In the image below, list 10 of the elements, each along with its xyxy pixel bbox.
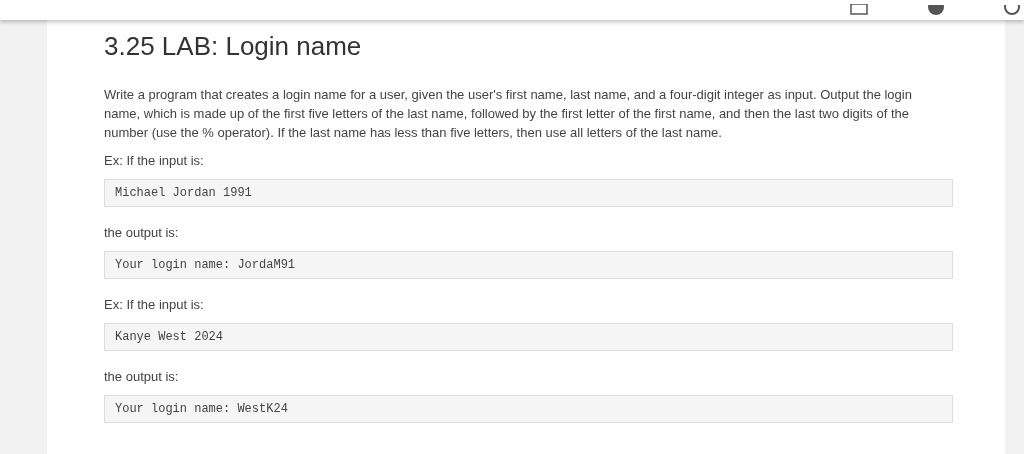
code-block: Your login name: WestK24: [104, 394, 953, 423]
paragraph: Ex: If the input is:: [104, 295, 205, 314]
paragraph: Write a program that creates a login name for a user, given the user's first name, last name, and a four-digit integer as input. Output the login name, which is made up of the first five letters of the last name, followed by the first letter of the first name, and then the last two digits of the number (use the % operator). If the last name has less than five letters, then use all letters of the last name.: [104, 85, 913, 142]
paragraph: Ex: If the input is:: [104, 151, 205, 170]
paragraph: the output is:: [104, 223, 180, 242]
page-title: 3.25 LAB: Login name: [104, 30, 363, 63]
code-block: Michael Jordan 1991: [104, 178, 953, 207]
code-block: Kanye West 2024: [104, 322, 953, 351]
paragraph: the output is:: [104, 367, 180, 386]
code-block: Your login name: JordaM91: [104, 250, 953, 279]
